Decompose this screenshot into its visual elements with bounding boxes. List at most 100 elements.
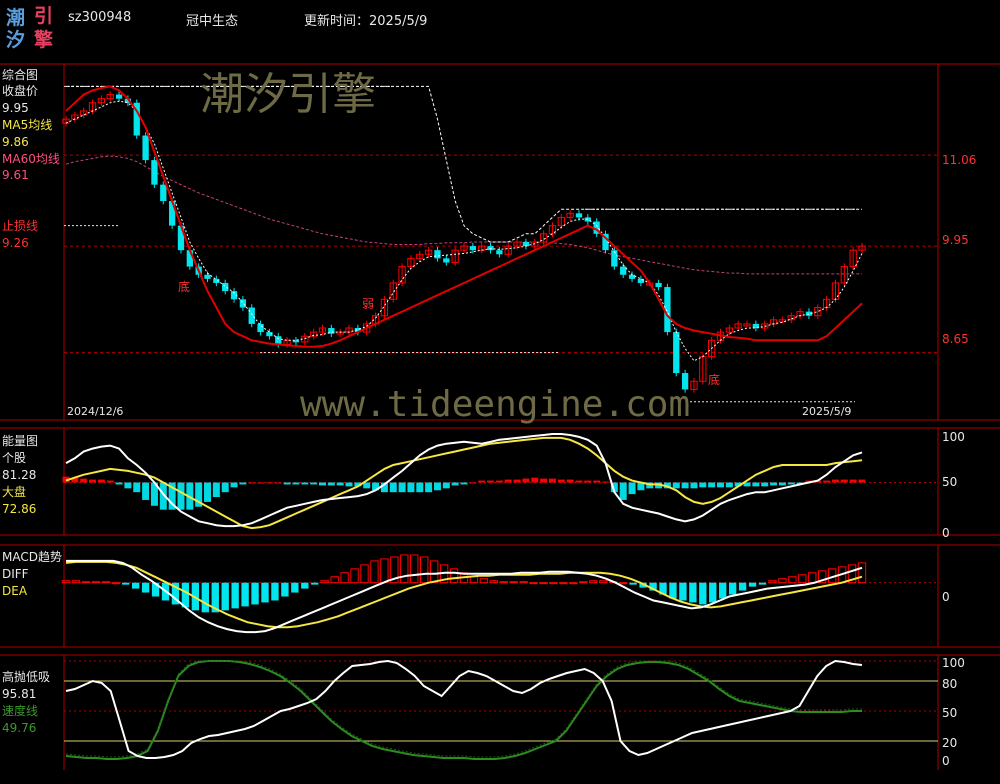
main-ytick-2: 9.95 (942, 233, 969, 247)
energy-bar (522, 478, 530, 483)
energy-bar (318, 482, 326, 486)
annotation-weak: 弱 (362, 297, 375, 311)
energy-bar (115, 482, 123, 485)
candle-down (239, 299, 247, 308)
candle-down (142, 135, 149, 161)
candle-down (151, 160, 158, 185)
candle-down (611, 250, 618, 267)
stop-loss-line (66, 85, 862, 243)
energy-bar (212, 482, 220, 498)
macd-bar-pos (619, 582, 628, 585)
macd-bar-neg (669, 582, 677, 599)
energy-bar (681, 482, 689, 489)
date-end: 2025/5/9 (802, 405, 852, 418)
energy-bar (628, 482, 636, 495)
speed-shadow-line (65, 660, 862, 758)
ma5-line (65, 100, 863, 362)
date-start: 2024/12/6 (67, 405, 124, 418)
macd-bar-pos (429, 560, 439, 584)
energy-bar (407, 482, 415, 493)
energy-bar (345, 482, 353, 487)
energy-bar (823, 480, 831, 483)
energy-bar (672, 482, 680, 489)
macd-bar-pos (81, 581, 91, 584)
energy-bar (778, 482, 786, 486)
macd-bar-pos (569, 582, 578, 585)
macd-bar-pos (400, 554, 409, 584)
macd-bar-pos (479, 578, 489, 584)
ma60-line (65, 155, 862, 275)
logo-char-3: 汐 (6, 29, 26, 51)
candle-down (575, 213, 583, 218)
energy-bar (716, 482, 724, 488)
energy-bar (849, 479, 857, 483)
macd-bar-pos (320, 580, 329, 584)
macd-bar-pos (360, 564, 369, 584)
macd-bar-neg (679, 582, 687, 601)
energy-bar (292, 482, 300, 485)
ma5-value: 9.86 (2, 135, 29, 149)
macd-bar-pos (91, 581, 101, 584)
macd-bar-pos (340, 572, 349, 584)
energy-bar (619, 482, 627, 500)
candle-down (469, 246, 476, 251)
energy-bar (858, 479, 866, 483)
macd-bar-neg (311, 582, 319, 585)
macd-bar-pos (549, 582, 558, 585)
diff-label: DIFF (2, 567, 29, 581)
main-ytick-1: 11.06 (942, 153, 977, 167)
macd-bar-pos (410, 554, 419, 584)
energy-stock-line (65, 433, 863, 528)
macd-bar-pos (489, 580, 499, 584)
energy-bar (433, 482, 441, 491)
energy-stock-value: 81.28 (2, 468, 37, 482)
candle-down (204, 274, 211, 279)
macd-bar-neg (629, 582, 637, 585)
macd-bar-neg (728, 582, 737, 595)
macd-bar-pos (499, 581, 508, 584)
macd-bar-pos (529, 582, 538, 585)
stock-name: 冠中生态 (186, 14, 239, 29)
energy-bar (283, 482, 291, 485)
macd-bar-neg (251, 582, 259, 605)
macd-bar-neg (758, 582, 767, 585)
hilo-ytick-0: 0 (942, 754, 950, 768)
energy-bar (504, 479, 512, 483)
energy-bar (460, 482, 468, 485)
energy-bar (451, 482, 459, 486)
energy-bar (513, 479, 521, 483)
energy-bar (425, 482, 433, 493)
macd-bar-neg (689, 582, 697, 603)
energy-stock-label: 个股 (2, 451, 27, 465)
macd-bar-neg (709, 582, 717, 603)
macd-bar-neg (281, 582, 289, 597)
annotation-bottom-2: 底 (708, 373, 721, 387)
candle-down (443, 258, 450, 263)
energy-bar (80, 478, 88, 483)
macd-bar-pos (101, 581, 110, 584)
energy-bar (389, 482, 397, 493)
energy-bar (575, 480, 583, 483)
energy-market-value: 72.86 (2, 502, 37, 516)
macd-bar-neg (241, 582, 249, 607)
energy-bar (265, 482, 273, 484)
energy-bar (89, 479, 97, 483)
energy-bar (566, 479, 574, 483)
energy-bar (487, 480, 495, 483)
macd-bar-pos (111, 582, 120, 585)
macd-bar-pos (768, 580, 777, 584)
macd-bar-pos (808, 572, 817, 584)
macd-bar-neg (291, 582, 299, 593)
candle-down (655, 282, 662, 288)
energy-bar (840, 479, 848, 483)
macd-bar-pos (449, 568, 459, 584)
stop-label: 止损线 (2, 219, 39, 233)
macd-bar-neg (719, 582, 727, 599)
energy-bar (787, 482, 795, 485)
macd-bar-pos (857, 562, 867, 584)
energy-bar (142, 482, 150, 500)
macd-bar-pos (330, 576, 339, 584)
macd-bar-pos (61, 580, 71, 584)
candle-down (257, 323, 264, 333)
speed-label: 速度线 (2, 704, 39, 718)
